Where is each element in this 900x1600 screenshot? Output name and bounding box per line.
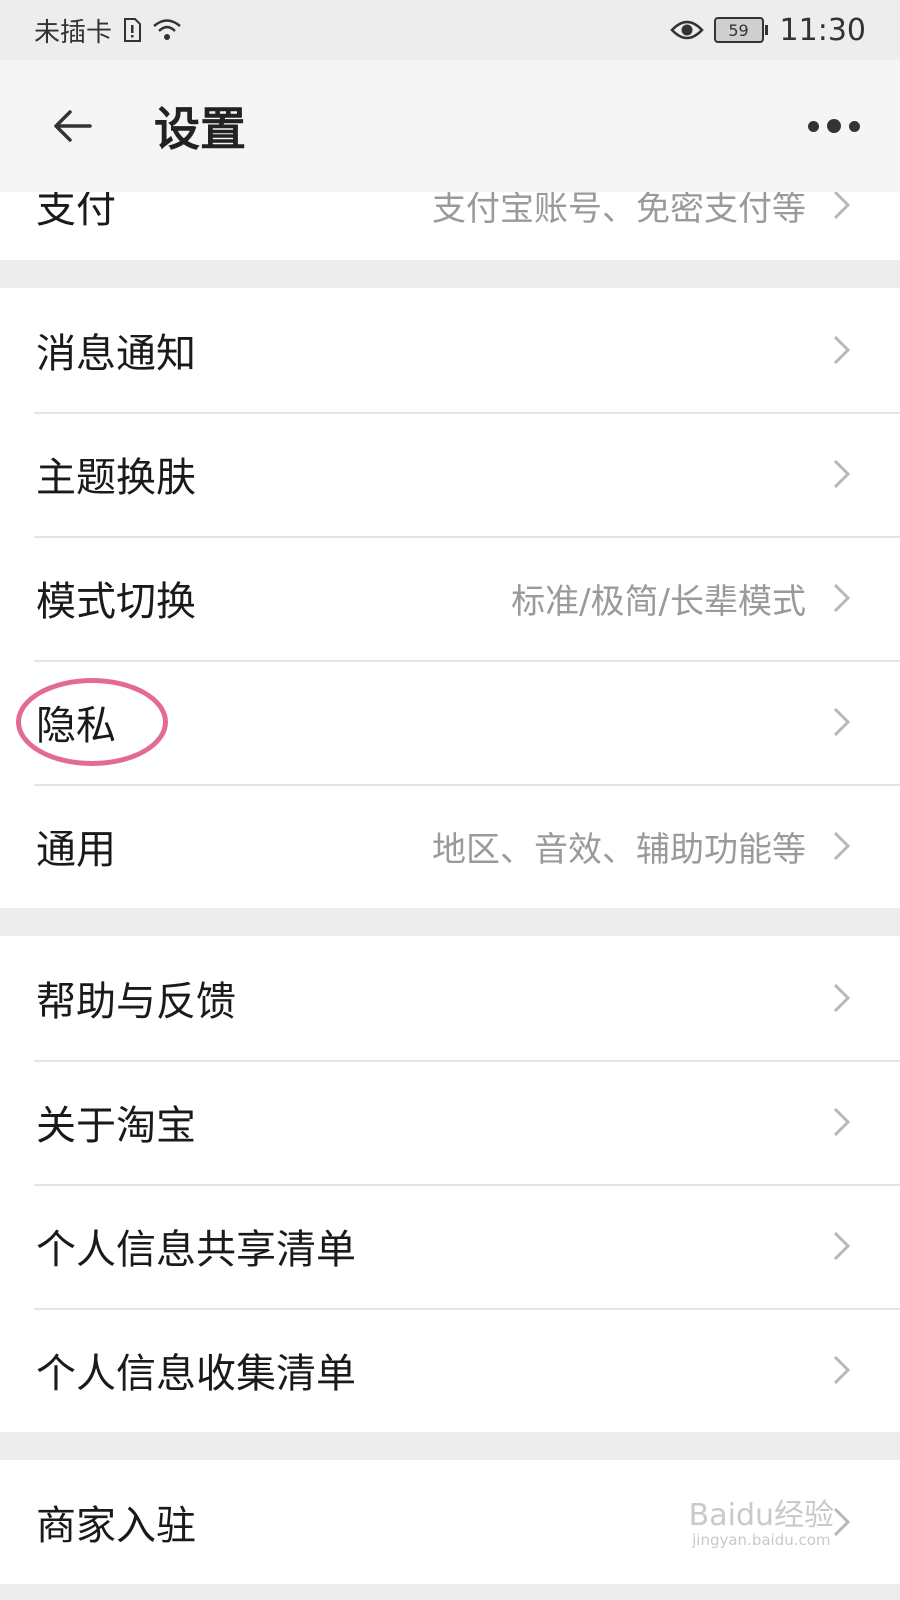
more-dot: [827, 119, 841, 133]
row-label: 通用: [36, 827, 116, 873]
chevron-right-icon: [833, 335, 851, 365]
row-about-taobao[interactable]: 关于淘宝: [0, 1060, 900, 1184]
sim-icon: [124, 18, 142, 42]
chevron-right-icon: [833, 1107, 851, 1137]
row-label: 消息通知: [36, 331, 196, 377]
chevron-right-icon: [833, 1507, 851, 1537]
group-separator: [0, 1432, 900, 1460]
more-dot: [849, 120, 860, 132]
back-button[interactable]: [50, 96, 110, 156]
row-general[interactable]: 通用 地区、音效、辅助功能等: [0, 784, 900, 908]
row-notifications[interactable]: 消息通知: [0, 288, 900, 412]
eye-icon: [669, 20, 704, 40]
wifi-icon: [153, 19, 181, 40]
status-left: 未插卡: [34, 12, 182, 49]
settings-group-main: 消息通知 主题换肤 模式切换 标准/极简/长辈模式 隐私 通用 地区、音效、辅助…: [0, 288, 900, 908]
row-label: 模式切换: [36, 579, 196, 625]
battery-level: 59: [728, 20, 749, 40]
battery-icon: 59: [713, 17, 768, 43]
row-mode-switch[interactable]: 模式切换 标准/极简/长辈模式: [0, 536, 900, 660]
chevron-right-icon: [833, 190, 851, 220]
more-button[interactable]: [808, 119, 860, 133]
more-dot: [808, 120, 819, 132]
row-label: 关于淘宝: [36, 1103, 196, 1149]
row-privacy[interactable]: 隐私: [0, 660, 900, 784]
group-separator: [0, 260, 900, 288]
row-label: 个人信息共享清单: [36, 1227, 356, 1273]
clock: 11:30: [779, 12, 866, 48]
chevron-right-icon: [833, 983, 851, 1013]
carrier-text: 未插卡: [34, 17, 113, 48]
row-label: 帮助与反馈: [36, 979, 236, 1025]
chevron-right-icon: [833, 1231, 851, 1261]
status-right: 59 11:30: [669, 12, 866, 48]
row-hint: 标准/极简/长辈模式: [511, 581, 806, 622]
chevron-right-icon: [833, 831, 851, 861]
watermark-url: jingyan.baidu.com: [692, 1530, 831, 1549]
status-bar: 未插卡 59 11:30: [0, 0, 900, 60]
row-label: 商家入驻: [36, 1503, 196, 1549]
chevron-right-icon: [833, 583, 851, 613]
row-help-feedback[interactable]: 帮助与反馈: [0, 936, 900, 1060]
watermark-brand: Baidu经验: [688, 1497, 834, 1533]
settings-list: 支付 支付宝账号、免密支付等 消息通知 主题换肤 模式切换 标准/极简/长辈模式…: [0, 150, 900, 1584]
app-header: 设置: [0, 60, 900, 192]
row-info-collection-list[interactable]: 个人信息收集清单: [0, 1308, 900, 1432]
row-label: 主题换肤: [36, 455, 196, 501]
watermark: Baidu经验 jingyan.baidu.com: [689, 1499, 834, 1549]
row-hint: 地区、音效、辅助功能等: [432, 829, 806, 870]
chevron-right-icon: [833, 1355, 851, 1385]
arrow-left-icon: [54, 110, 92, 142]
row-theme[interactable]: 主题换肤: [0, 412, 900, 536]
page-title: 设置: [154, 102, 246, 156]
chevron-right-icon: [833, 707, 851, 737]
group-separator: [0, 908, 900, 936]
chevron-right-icon: [833, 459, 851, 489]
row-label: 个人信息收集清单: [36, 1351, 356, 1397]
row-info-sharing-list[interactable]: 个人信息共享清单: [0, 1184, 900, 1308]
row-label: 隐私: [36, 703, 116, 749]
settings-group-about: 帮助与反馈 关于淘宝 个人信息共享清单 个人信息收集清单: [0, 936, 900, 1432]
